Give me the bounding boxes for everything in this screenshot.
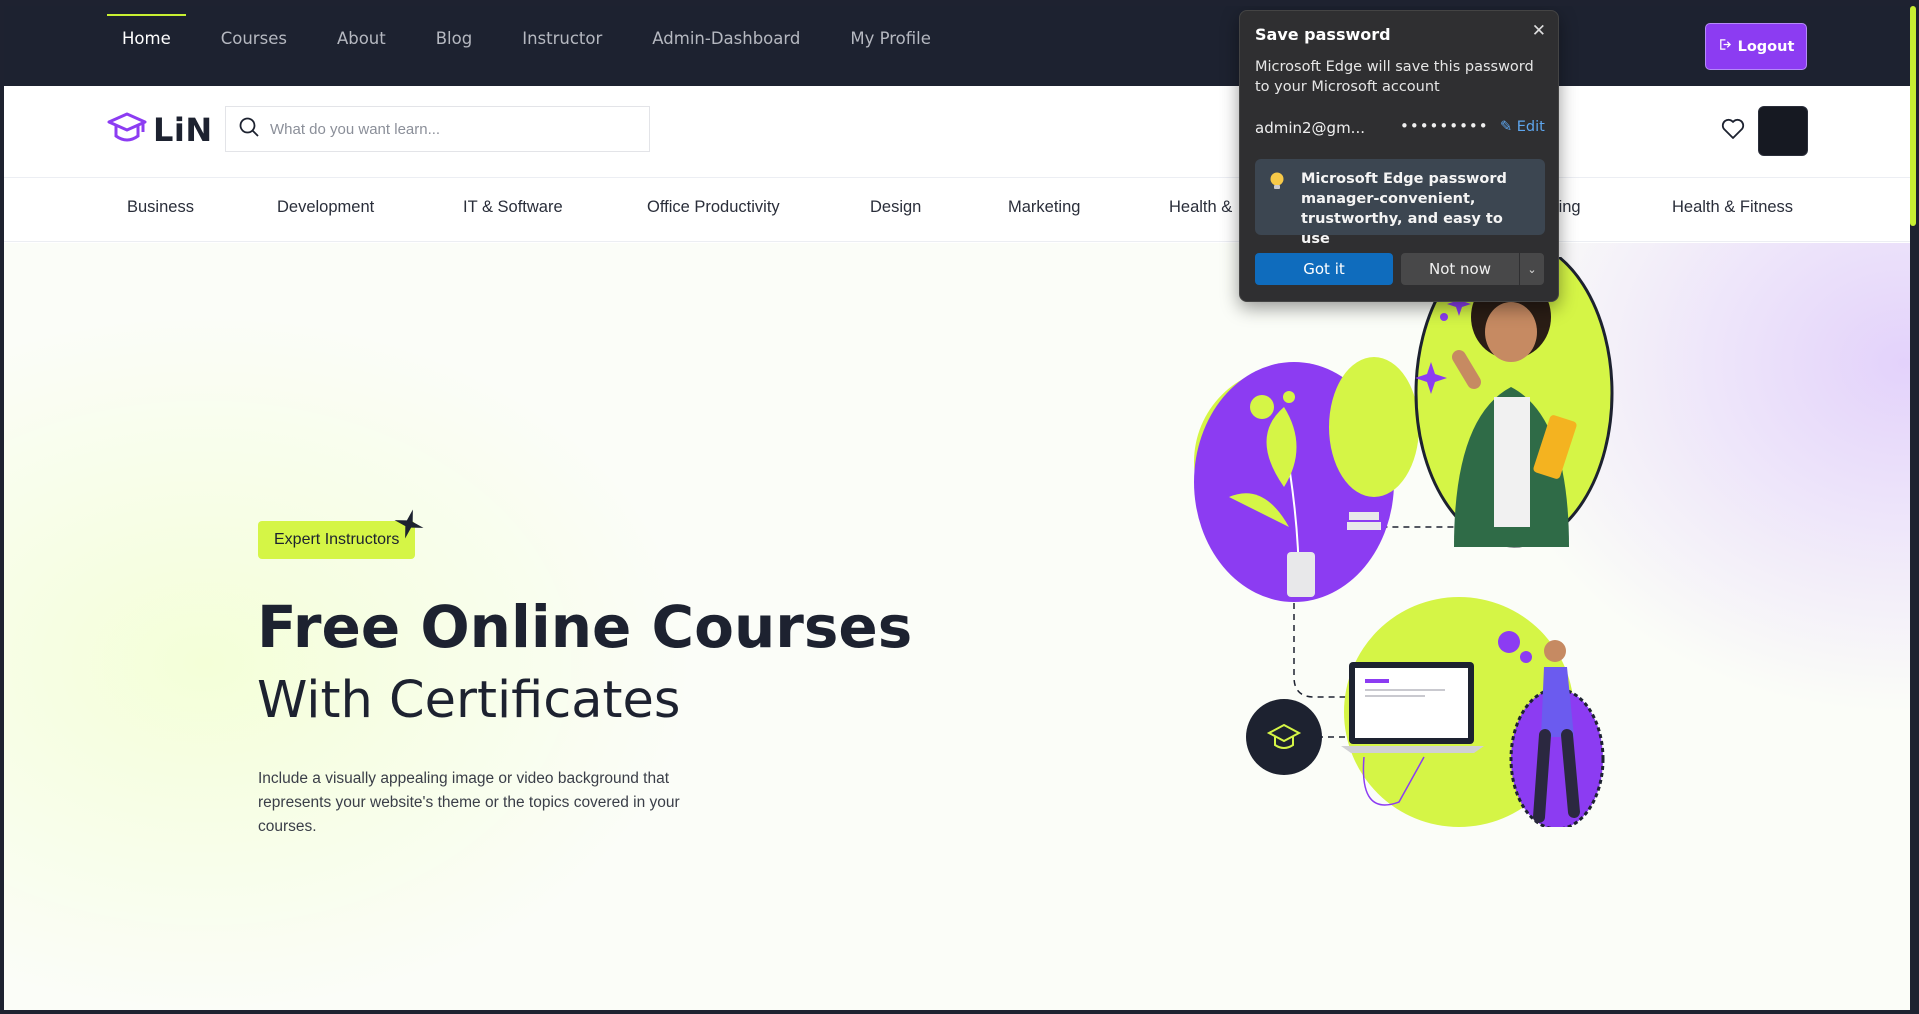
password-manager-tip: Microsoft Edge password manager-convenie… [1255,159,1545,247]
search-icon [238,116,260,142]
hero-subtitle: With Certificates [257,671,681,730]
popup-body-text: Microsoft Edge will save this password t… [1255,59,1534,95]
logout-label: Logout [1737,38,1795,55]
category-design[interactable]: Design [870,198,921,217]
logout-button[interactable]: Logout [1705,23,1807,70]
hero-illustration [1194,257,1614,827]
category-development[interactable]: Development [277,198,374,217]
save-password-popup: Save password ✕ Microsoft Edge will save… [1239,10,1559,302]
site-logo[interactable]: LiN [107,110,213,150]
category-health-fitness[interactable]: Health & Fitness [1672,198,1793,217]
cap-circle [1246,699,1322,775]
saved-password-mask: ••••••••• [1400,117,1489,135]
search-input[interactable] [270,120,630,138]
hero-description: Include a visually appealing image or vi… [258,770,680,835]
chevron-down-icon[interactable]: ⌄ [1520,253,1544,285]
expert-instructors-badge: Expert Instructors [258,521,416,559]
category-health-partial[interactable]: Health & [1169,198,1232,217]
hero-title: Free Online Courses [257,593,913,661]
nav-about[interactable]: About [337,14,386,66]
browser-page: Home Courses About Blog Instructor Admin… [4,6,1910,1010]
edit-label: Edit [1516,119,1545,135]
nav-blog[interactable]: Blog [436,14,472,66]
top-navbar: Home Courses About Blog Instructor Admin… [4,6,1910,86]
tip-text: Microsoft Edge password manager-convenie… [1301,171,1507,247]
main-nav: Home Courses About Blog Instructor Admin… [107,14,981,66]
pencil-icon: ✎ [1500,119,1513,135]
search-box [225,106,650,152]
graduation-cap-icon [107,110,147,150]
user-avatar[interactable] [1758,106,1808,156]
hero-section: Expert Instructors Free Online Courses W… [4,243,1910,1010]
lightbulb-icon [1269,171,1285,197]
nav-instructor[interactable]: Instructor [522,14,602,66]
popup-title: Save password [1255,25,1391,44]
nav-home[interactable]: Home [107,14,186,66]
got-it-button[interactable]: Got it [1255,253,1393,285]
category-business[interactable]: Business [127,198,194,217]
category-marketing[interactable]: Marketing [1008,198,1080,217]
close-icon[interactable]: ✕ [1532,21,1546,41]
nav-admin-dashboard[interactable]: Admin-Dashboard [652,14,800,66]
nav-my-profile[interactable]: My Profile [850,14,931,66]
logo-text: LiN [153,111,213,149]
category-it-software[interactable]: IT & Software [463,198,563,217]
category-bar: Business Development IT & Software Offic… [4,178,1910,242]
sparkle-icon [394,509,424,543]
saved-username: admin2@gm... [1255,119,1365,137]
edit-credentials-link[interactable]: ✎ Edit [1500,119,1545,135]
nav-courses[interactable]: Courses [221,14,287,66]
category-office-productivity[interactable]: Office Productivity [647,198,780,217]
not-now-button[interactable]: Not now [1401,253,1519,285]
page-scrollbar[interactable] [1910,6,1916,226]
wishlist-heart-icon[interactable] [1721,118,1745,144]
logout-icon [1718,38,1731,55]
site-header: LiN [4,86,1910,178]
